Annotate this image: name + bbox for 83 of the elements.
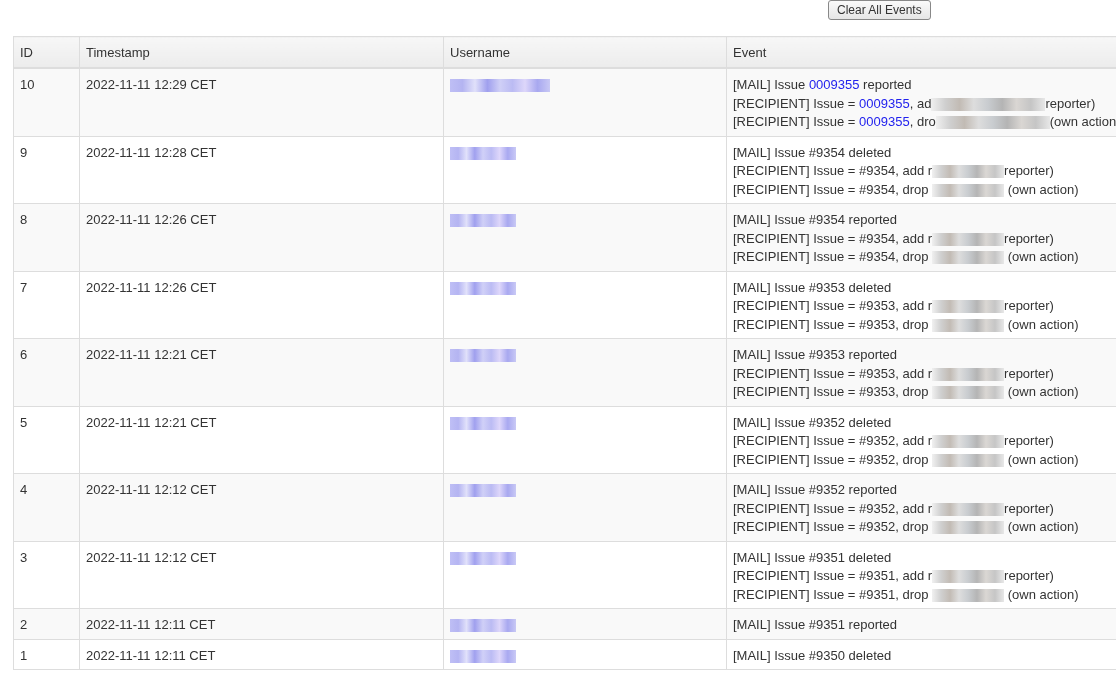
event-text: [RECIPIENT] Issue = #9353, add r — [733, 298, 933, 313]
timestamp-cell-text: 2022-11-11 12:21 CET — [86, 346, 217, 364]
redacted-username[interactable] — [450, 649, 516, 663]
event-text: reporter) — [1004, 365, 1054, 381]
event-text: [RECIPIENT] Issue = #9354, add r — [733, 163, 933, 178]
timestamp-cell-text: 2022-11-11 12:29 CET — [86, 76, 217, 94]
issue-link[interactable]: 0009355 — [859, 95, 910, 111]
redacted-username[interactable] — [450, 79, 550, 93]
event-text: [RECIPIENT] Issue = #9353, drop — [733, 316, 930, 332]
id-cell-text: 2 — [20, 616, 28, 634]
event-text: [MAIL] Issue #9351 reported — [733, 617, 898, 632]
column-header: Username — [450, 44, 510, 60]
event-text: reporter) — [1004, 500, 1054, 516]
event-text: [RECIPIENT] Issue = #9354, drop — [733, 181, 930, 197]
timestamp-cell-text: 2022-11-11 12:12 CET — [86, 481, 217, 499]
id-cell-text: 10 — [20, 76, 35, 94]
event-text: [MAIL] Issue #9350 deleted — [733, 647, 892, 663]
event-text: [MAIL] Issue #9354 reported — [733, 212, 898, 227]
event-text: (own action) — [1006, 181, 1079, 197]
event-text: , dro — [909, 114, 936, 129]
event-text: reporter) — [1004, 163, 1054, 178]
event-text: (own action) — [1006, 384, 1079, 399]
column-header: ID — [20, 44, 33, 60]
event-text: reporter) — [1045, 95, 1096, 111]
id-cell-text: 8 — [20, 211, 28, 229]
event-text: [RECIPIENT] Issue = #9352, drop — [733, 451, 930, 467]
event-text: (own action — [1049, 114, 1116, 129]
event-text: [RECIPIENT] Issue = #9351, add r — [733, 568, 933, 583]
column-header: Event — [733, 44, 767, 60]
event-text: [MAIL] Issue #9352 reported — [733, 482, 898, 497]
event-text: (own action) — [1006, 519, 1079, 534]
redacted-username[interactable] — [450, 146, 516, 160]
event-text: [MAIL] Issue #9354 deleted — [733, 144, 892, 160]
event-text: [RECIPIENT] Issue = #9353, drop — [733, 384, 930, 399]
redacted-username[interactable] — [450, 551, 516, 565]
event-text: reporter) — [1004, 230, 1054, 246]
redacted-username[interactable] — [450, 484, 516, 498]
timestamp-cell: 2022-11-11 12:11 CET — [86, 646, 216, 665]
event-text: [RECIPIENT] Issue = #9352, drop — [733, 519, 930, 534]
redacted-username[interactable] — [450, 416, 516, 430]
id-cell: 7 — [20, 278, 28, 297]
event-text: (own action) — [1006, 451, 1079, 467]
id-cell: 5 — [20, 413, 28, 432]
event-text: (own action) — [1006, 249, 1079, 264]
timestamp-cell: 2022-11-11 12:12 CET — [86, 548, 217, 567]
issue-link[interactable]: 0009355 — [808, 77, 860, 92]
event-text: [MAIL] Issue #9353 reported — [733, 347, 898, 362]
event-text: [RECIPIENT] Issue = #9352, add r — [733, 500, 933, 516]
event-text: [RECIPIENT] Issue = #9353, add r — [733, 365, 933, 381]
event-text: [MAIL] Issue — [733, 77, 807, 92]
event-text: reporter) — [1004, 568, 1054, 583]
event-text: [RECIPIENT] Issue = #9354, add r — [733, 230, 933, 246]
timestamp-cell: 2022-11-11 12:26 CET — [86, 278, 217, 297]
id-cell: 1 — [20, 646, 28, 665]
event-text: reporter) — [1004, 298, 1054, 313]
id-cell-text: 6 — [20, 346, 28, 364]
event-text: [RECIPIENT] Issue = #9351, drop — [733, 586, 930, 602]
event-text: reported — [862, 77, 912, 92]
redacted-username[interactable] — [450, 349, 516, 363]
id-cell: 9 — [20, 143, 28, 162]
timestamp-cell-text: 2022-11-11 12:11 CET — [86, 616, 216, 634]
event-text: (own action) — [1006, 586, 1079, 602]
event-text: [MAIL] Issue #9351 deleted — [733, 549, 892, 565]
event-text: [RECIPIENT] Issue = — [733, 95, 857, 111]
event-text: [RECIPIENT] Issue = #9352, add r — [733, 433, 933, 448]
event-text: (own action) — [1006, 316, 1079, 332]
event-text: , ad — [909, 95, 932, 111]
id-cell: 3 — [20, 548, 28, 567]
timestamp-cell: 2022-11-11 12:28 CET — [86, 143, 217, 162]
clear-events-button[interactable]: Clear All Events — [828, 0, 931, 20]
event-text: [MAIL] Issue #9353 deleted — [733, 279, 892, 295]
timestamp-cell: 2022-11-11 12:21 CET — [86, 413, 217, 432]
event-text: [RECIPIENT] Issue = #9354, drop — [733, 249, 930, 264]
event-text: [RECIPIENT] Issue = — [733, 114, 857, 129]
redacted-username[interactable] — [450, 281, 516, 295]
redacted-username[interactable] — [450, 619, 516, 633]
issue-link[interactable]: 0009355 — [859, 114, 910, 129]
id-cell-text: 4 — [20, 481, 28, 499]
redacted-username[interactable] — [450, 214, 516, 228]
event-text: [MAIL] Issue #9352 deleted — [733, 414, 892, 430]
column-header: Timestamp — [86, 44, 150, 60]
event-text: reporter) — [1004, 433, 1054, 448]
timestamp-cell-text: 2022-11-11 12:26 CET — [86, 211, 217, 229]
